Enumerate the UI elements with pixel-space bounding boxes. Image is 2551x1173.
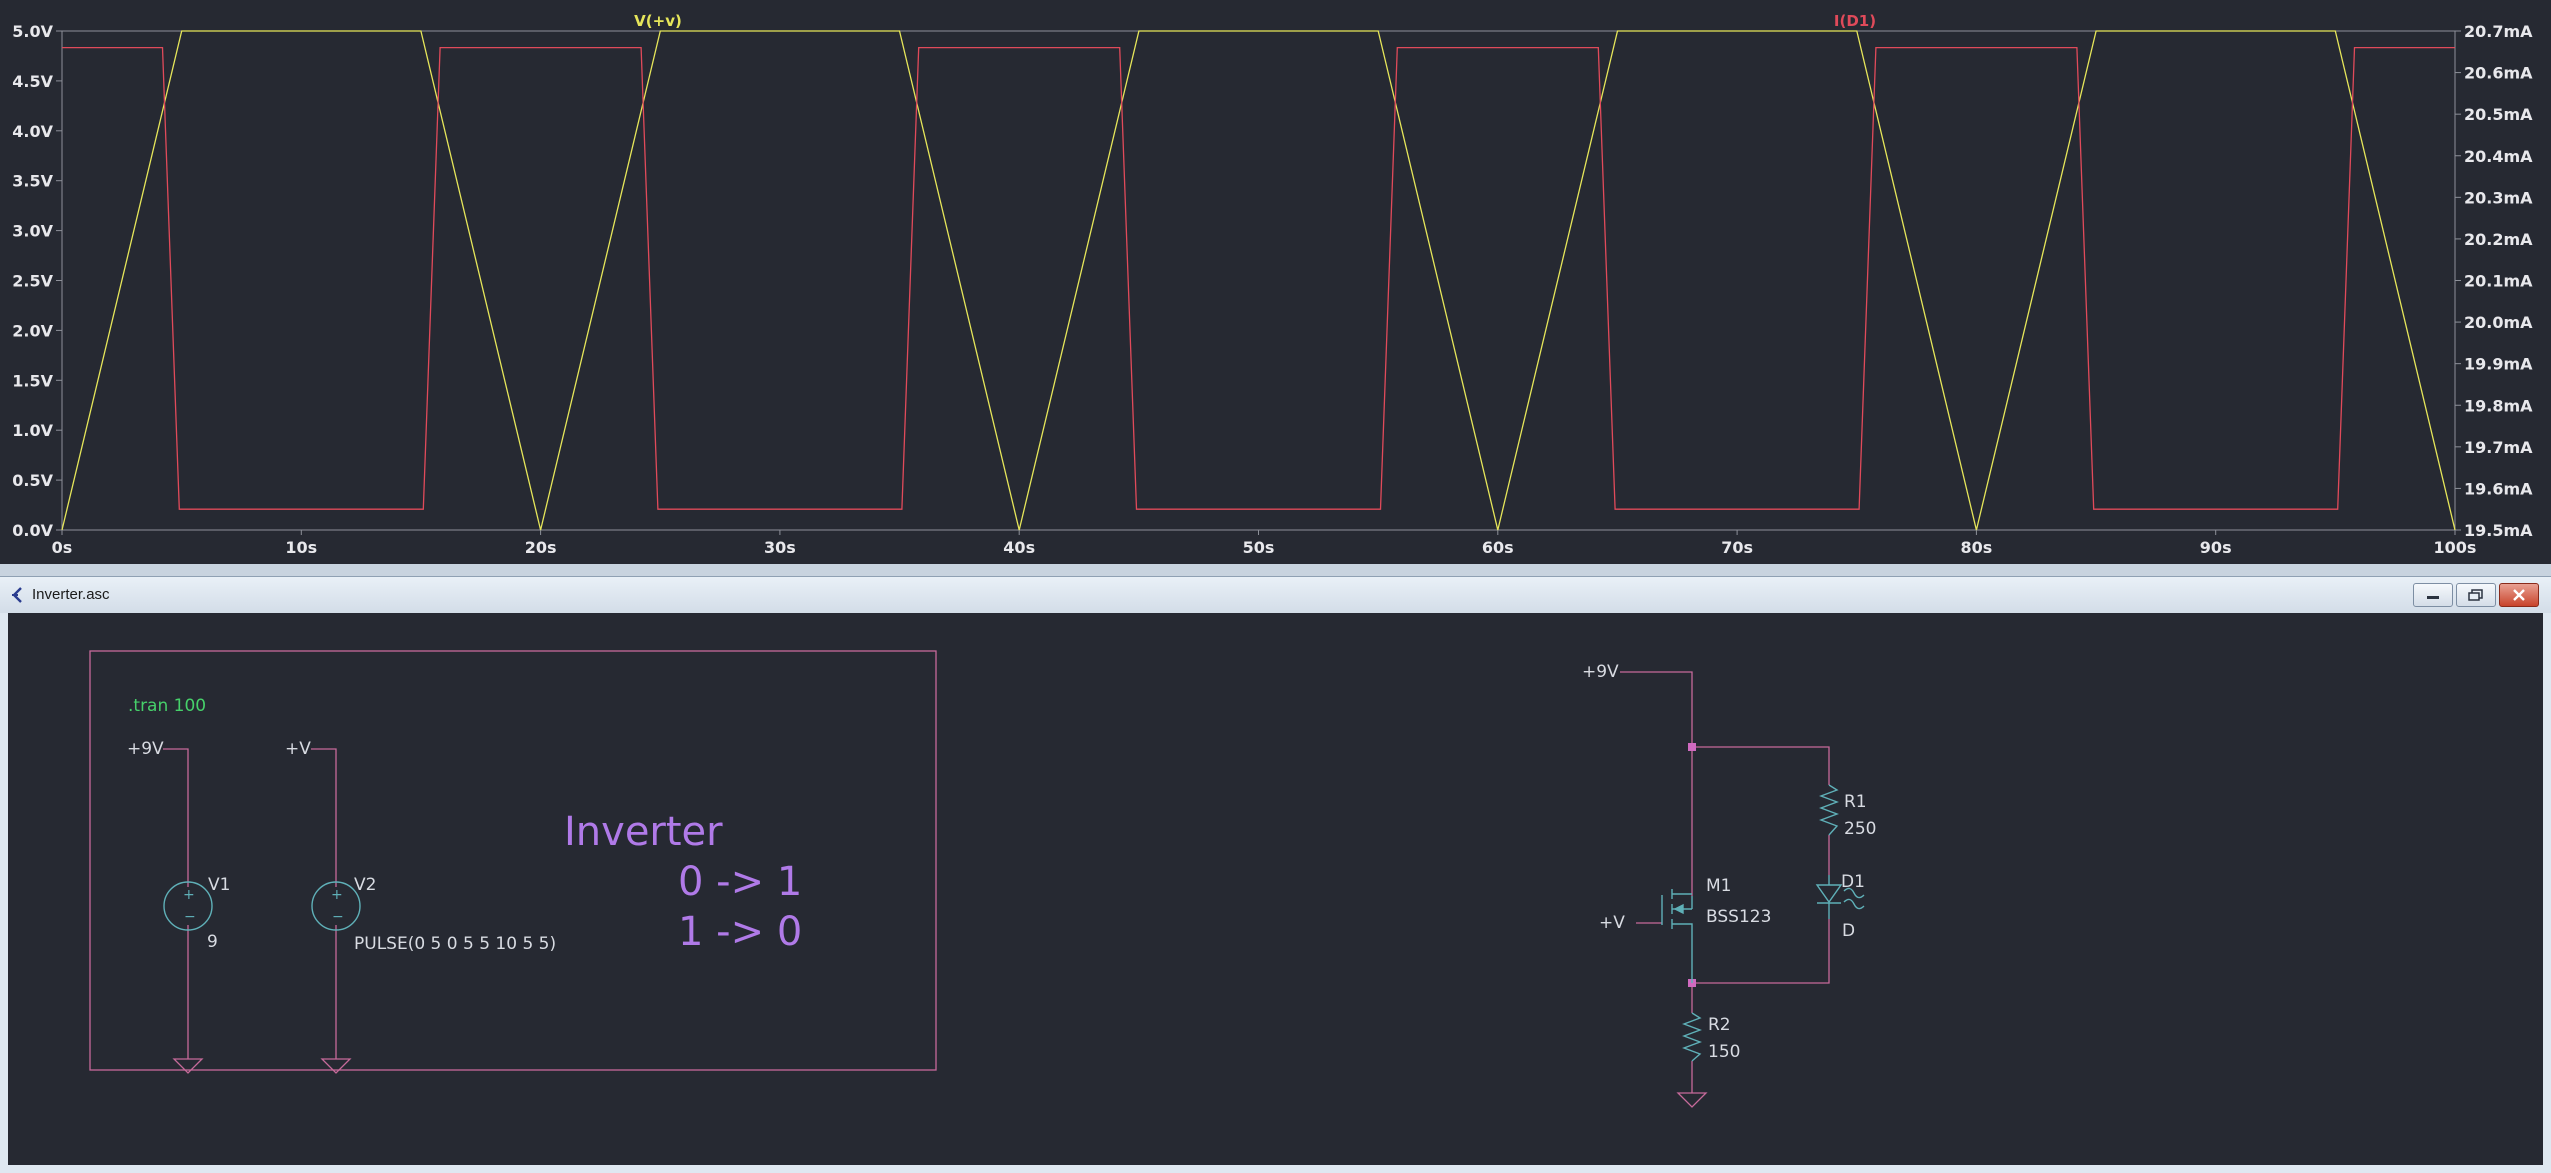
trace-label-id1[interactable]: I(D1): [1834, 12, 1876, 30]
comment-box[interactable]: [89, 650, 937, 1071]
r2-value[interactable]: 150: [1708, 1042, 1740, 1062]
x-tick-label: 90s: [2200, 538, 2232, 557]
left-tick-label: 2.0V: [12, 321, 53, 340]
v1-minus-sign: −: [184, 909, 196, 925]
left-tick-label: 3.0V: [12, 222, 53, 241]
v1-net-label[interactable]: +9V: [127, 739, 164, 759]
comment-line-2[interactable]: 1 -> 0: [678, 909, 802, 955]
waveform-viewer[interactable]: 5.0V 4.5V 4.0V 3.5V 3.0V 2.5V 2.0V 1.5V 1.0V 0.5V…: [0, 0, 2551, 564]
right-tick-label: 20.6mA: [2464, 64, 2533, 83]
mosfet-name[interactable]: M1: [1706, 876, 1731, 896]
v2-value[interactable]: PULSE(0 5 0 5 5 10 5 5): [354, 934, 556, 954]
minimize-icon: [2427, 596, 2439, 599]
v2-minus-sign: −: [332, 909, 344, 925]
maximize-button[interactable]: [2456, 583, 2496, 607]
trace-vplus-line[interactable]: [61, 30, 2456, 531]
right-tick-label: 20.5mA: [2464, 105, 2533, 124]
waveform-plot[interactable]: 5.0V 4.5V 4.0V 3.5V 3.0V 2.5V 2.0V 1.5V 1.0V 0.5V…: [0, 0, 2551, 564]
r2-name[interactable]: R2: [1708, 1015, 1731, 1035]
left-tick-label: 4.5V: [12, 72, 53, 91]
v1-name[interactable]: V1: [208, 875, 230, 895]
left-tick-label: 1.0V: [12, 421, 53, 440]
right-tick-label: 20.7mA: [2464, 22, 2533, 41]
v2-wires[interactable]: [311, 748, 337, 1059]
left-tick-label: 2.5V: [12, 272, 53, 291]
x-tick-label: 70s: [1721, 538, 1753, 557]
v1-value[interactable]: 9: [207, 932, 218, 952]
left-tick-label: 0.5V: [12, 471, 53, 490]
restore-icon: [2468, 589, 2483, 601]
right-tick-label: 20.1mA: [2464, 272, 2533, 291]
x-tick-label: 40s: [1003, 538, 1035, 557]
tran-directive[interactable]: .tran 100: [128, 696, 206, 716]
trace-id1-line[interactable]: [62, 46, 2455, 510]
right-tick-label: 20.3mA: [2464, 188, 2533, 207]
trace-label-vplus[interactable]: V(+v): [634, 12, 682, 30]
v2-net-label[interactable]: +V: [285, 739, 311, 759]
x-tick-label: 60s: [1482, 538, 1514, 557]
comment-title[interactable]: Inverter: [564, 809, 723, 855]
left-tick-label: 1.5V: [12, 371, 53, 390]
x-tick-label: 10s: [285, 538, 317, 557]
comment-line-1[interactable]: 0 -> 1: [678, 859, 802, 905]
v1-ground-icon: [172, 1058, 204, 1074]
close-icon: [2513, 589, 2525, 601]
right-tick-label: 20.2mA: [2464, 230, 2533, 249]
x-tick-label: 30s: [764, 538, 796, 557]
ltspice-icon: [12, 587, 22, 603]
right-tick-label: 19.9mA: [2464, 355, 2533, 374]
v1-wires[interactable]: [163, 748, 189, 1059]
d1-name[interactable]: D1: [1841, 872, 1865, 892]
close-button[interactable]: [2499, 583, 2539, 607]
right-tick-label: 20.4mA: [2464, 147, 2533, 166]
plot-frame: [61, 30, 2456, 531]
x-tick-label: 50s: [1243, 538, 1275, 557]
v2-ground-icon: [320, 1058, 352, 1074]
mosfet-m1-icon[interactable]: [1661, 889, 1693, 983]
left-tick-label: 5.0V: [12, 22, 53, 41]
window-title: Inverter.asc: [32, 586, 110, 603]
r1-name[interactable]: R1: [1844, 792, 1867, 812]
r1-resistor-icon[interactable]: [1819, 784, 1839, 836]
right-tick-label: 19.7mA: [2464, 438, 2533, 457]
minimize-button[interactable]: [2413, 583, 2453, 607]
r1-value[interactable]: 250: [1844, 819, 1876, 839]
junction-top: [1688, 743, 1696, 751]
v2-plus-sign: +: [331, 887, 343, 903]
schematic-canvas[interactable]: .tran 100 +9V + − V1 9 +V + − V2 PULSE(0…: [8, 613, 2543, 1165]
right-tick-label: 19.6mA: [2464, 479, 2533, 498]
x-tick-label: 0s: [52, 538, 73, 557]
circuit-ground-icon: [1676, 1092, 1708, 1108]
mosfet-model[interactable]: BSS123: [1706, 907, 1771, 927]
left-tick-label: 0.0V: [12, 521, 53, 540]
schematic-window: Inverter.asc .tran 100 +9V + − V1 9 +V +…: [0, 576, 2551, 1173]
right-tick-label: 19.8mA: [2464, 396, 2533, 415]
gate-net-label[interactable]: +V: [1599, 913, 1625, 933]
d1-model[interactable]: D: [1842, 921, 1855, 941]
v2-name[interactable]: V2: [354, 875, 376, 895]
schematic-titlebar[interactable]: Inverter.asc: [0, 577, 2551, 613]
left-tick-label: 4.0V: [12, 122, 53, 141]
right-tick-label: 20.0mA: [2464, 313, 2533, 332]
r2-resistor-icon[interactable]: [1682, 1012, 1702, 1062]
x-tick-label: 100s: [2434, 538, 2477, 557]
v1-plus-sign: +: [183, 887, 195, 903]
x-tick-label: 80s: [1961, 538, 1993, 557]
left-tick-label: 3.5V: [12, 172, 53, 191]
x-tick-label: 20s: [525, 538, 557, 557]
supply-net-label[interactable]: +9V: [1582, 662, 1619, 682]
